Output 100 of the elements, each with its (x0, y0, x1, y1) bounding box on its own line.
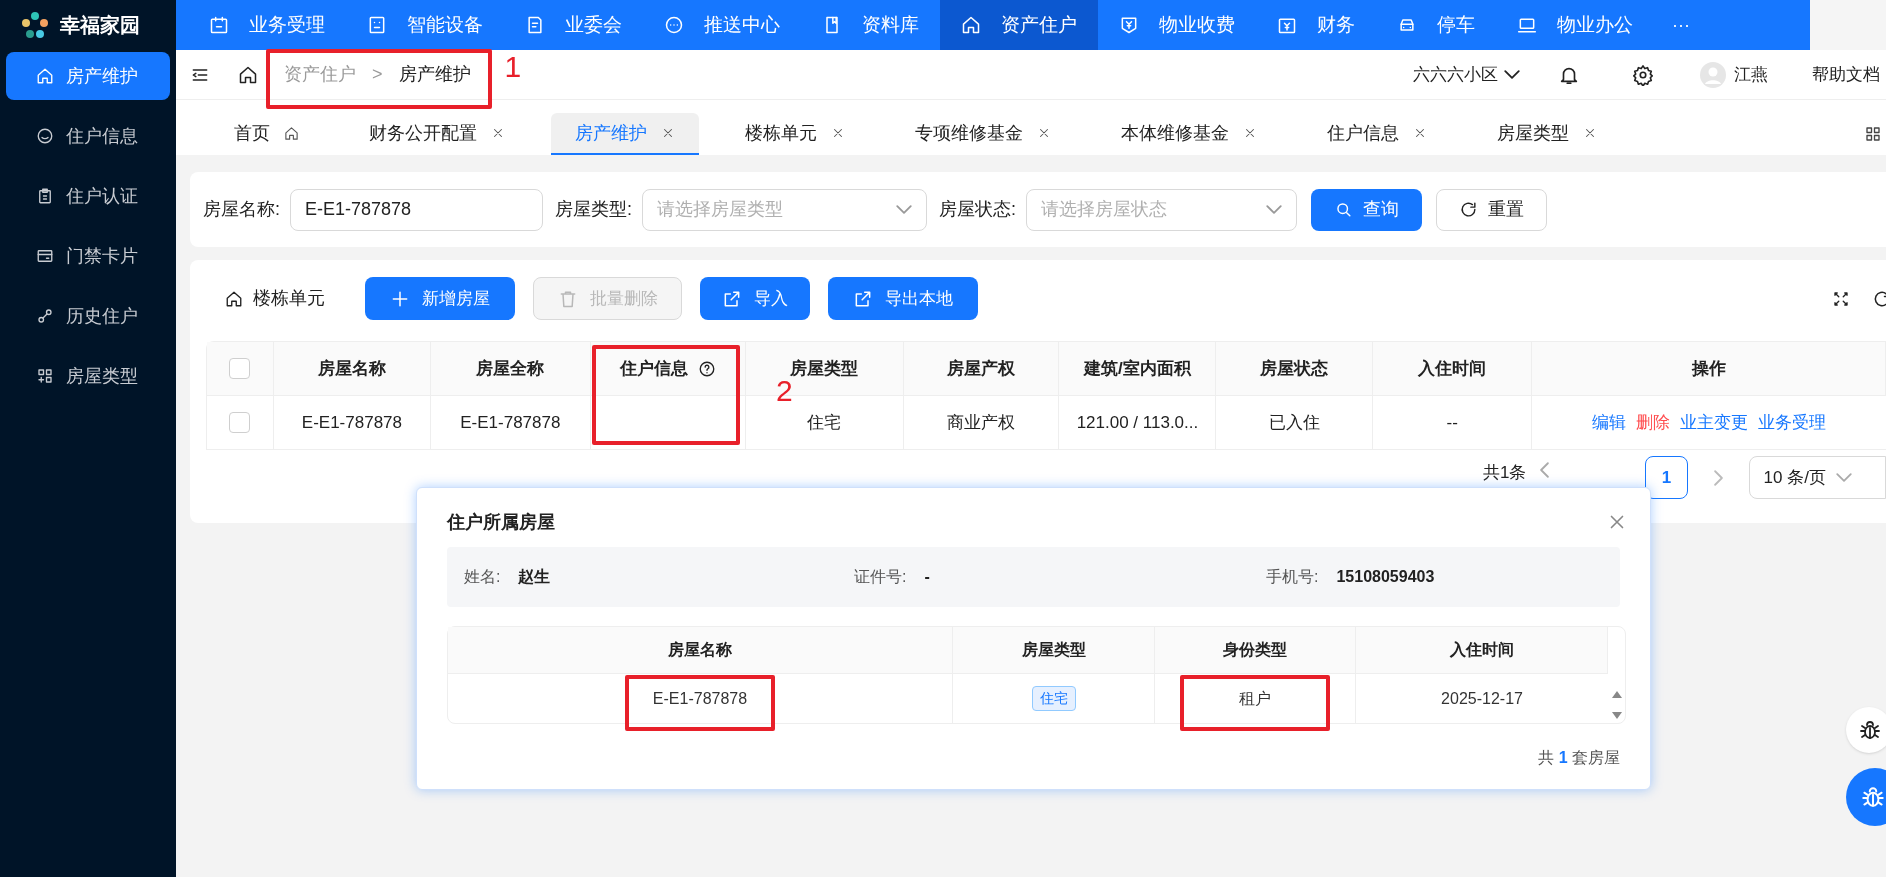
home-icon (238, 64, 258, 85)
close-icon (661, 126, 675, 140)
scroll-down-icon[interactable] (1611, 712, 1622, 719)
sidebar-item[interactable]: 房产维护 (6, 52, 170, 100)
table-cell-text: E-E1-787878 (652, 688, 748, 709)
close-tab-button[interactable] (1413, 126, 1427, 140)
toolbar-button[interactable]: 导出本地 (828, 277, 978, 320)
help-docs-link[interactable]: 帮助文档 (1812, 61, 1880, 88)
close-tab-button[interactable] (1243, 126, 1257, 140)
close-icon (831, 126, 845, 140)
home-icon (36, 67, 54, 85)
select-field[interactable]: 请选择房屋类型 (642, 188, 928, 231)
page-tab[interactable]: 专项维修基金 (891, 113, 1075, 155)
document-icon (525, 15, 545, 35)
toolbar-button[interactable]: 新增房屋 (365, 277, 515, 320)
chevron-left-icon (1540, 462, 1550, 478)
card-icon (36, 247, 54, 265)
close-tab-button[interactable] (831, 126, 845, 140)
breadcrumb-separator: > (372, 63, 383, 86)
tab-menu-button[interactable] (1864, 125, 1882, 143)
reload-icon (1459, 200, 1479, 219)
home-icon (225, 289, 243, 308)
page-tab[interactable]: 房屋类型 (1473, 113, 1621, 155)
sidebar-item[interactable]: 门禁卡片 (6, 232, 170, 280)
table-cell-text: -- (1446, 411, 1458, 434)
apps-icon (1864, 125, 1882, 143)
page-tab[interactable]: 本体维修基金 (1097, 113, 1281, 155)
settings-icon (1632, 63, 1654, 86)
checkbox[interactable] (229, 358, 251, 379)
page-tab[interactable]: 房产维护 (551, 113, 699, 155)
column-header: 房屋类型 (1021, 640, 1086, 660)
calendar-icon (209, 15, 229, 35)
top-nav-item[interactable]: 物业办公 (1496, 0, 1654, 50)
top-nav-item[interactable]: 资产住户 (940, 0, 1098, 50)
settings-button[interactable] (1632, 63, 1654, 86)
smile-icon (36, 127, 54, 145)
page-tab[interactable]: 住户信息 (1303, 113, 1451, 155)
search-button[interactable]: 查询 (1311, 188, 1423, 231)
close-tab-button[interactable] (1037, 126, 1051, 140)
select-field[interactable]: 请选择房屋状态 (1026, 188, 1298, 231)
filter-label: 房屋状态: (939, 198, 1017, 221)
table-cell-text: 住宅 (807, 411, 842, 434)
column-header: 建筑/室内面积 (1084, 357, 1191, 380)
home-icon (961, 15, 981, 35)
filter-label: 房屋名称: (203, 198, 280, 221)
face-screen-icon (367, 15, 387, 35)
close-icon (1583, 126, 1597, 140)
table-cell-text: 租户 (1239, 688, 1271, 709)
grid-icon (36, 367, 54, 385)
house-name-field[interactable]: E-E1-787878 (290, 188, 543, 231)
expand-icon (1832, 289, 1850, 308)
column-header: 房屋名称 (317, 357, 386, 380)
top-nav-item[interactable]: 业务受理 (188, 0, 346, 50)
house-type-tag: 住宅 (1031, 686, 1076, 711)
scroll-up-icon[interactable] (1611, 691, 1622, 698)
action-link[interactable]: 删除 (1636, 409, 1671, 436)
badge-icon (36, 187, 54, 205)
sidebar-item[interactable]: 住户信息 (6, 112, 170, 160)
breadcrumb-item[interactable]: 资产住户 (284, 61, 356, 88)
top-nav-item[interactable]: 资料库 (801, 0, 940, 50)
close-icon (1037, 126, 1051, 140)
info-value: - (924, 567, 930, 587)
top-nav-item[interactable]: 推送中心 (643, 0, 801, 50)
chevron-down-icon (1504, 70, 1520, 79)
debug-button[interactable] (1846, 707, 1886, 753)
page-tab[interactable]: 楼栋单元 (721, 113, 869, 155)
more-nav-button[interactable]: ··· (1654, 0, 1708, 50)
column-header: 身份类型 (1223, 640, 1287, 660)
sidebar-item[interactable]: 住户认证 (6, 172, 170, 220)
page-size-select[interactable]: 10 条/页 (1748, 456, 1886, 499)
sidebar-item[interactable]: 历史住户 (6, 292, 170, 340)
user-menu[interactable]: 江燕 (1700, 61, 1768, 88)
info-label: 姓名: (464, 567, 501, 587)
community-select[interactable]: 六六六小区 (1413, 61, 1520, 88)
home-button[interactable] (238, 64, 258, 85)
page-tab[interactable]: 财务公开配置 (345, 113, 529, 155)
top-nav-item[interactable]: 智能设备 (346, 0, 504, 50)
action-link[interactable]: 业主变更 (1680, 409, 1749, 436)
action-link[interactable]: 编辑 (1592, 409, 1627, 436)
action-link[interactable]: 业务受理 (1758, 409, 1827, 436)
top-nav-item[interactable]: 财务 (1256, 0, 1376, 50)
close-tab-button[interactable] (661, 126, 675, 140)
table-cell-text: 121.00 / 113.0... (1076, 411, 1199, 434)
top-nav-item[interactable]: 物业收费 (1098, 0, 1256, 50)
fullscreen-button[interactable] (1832, 289, 1850, 308)
column-header: 房屋产权 (947, 357, 1016, 380)
laptop-icon (1517, 15, 1537, 35)
page-tab[interactable]: 首页 (210, 113, 323, 155)
top-nav-item[interactable]: 业委会 (504, 0, 643, 50)
close-tab-button[interactable] (1583, 126, 1597, 140)
reset-button[interactable]: 重置 (1436, 188, 1548, 231)
toolbar-button[interactable]: 导入 (700, 277, 810, 320)
sidebar-item[interactable]: 房屋类型 (6, 352, 170, 400)
column-header: 住户信息 (619, 355, 716, 382)
close-tab-button[interactable] (491, 126, 505, 140)
chevron-down-icon (1266, 205, 1283, 214)
table-cell-text: E-E1-787878 (460, 411, 561, 434)
info-value: 赵生 (518, 567, 551, 587)
top-nav-item[interactable]: 停车 (1376, 0, 1496, 50)
checkbox[interactable] (229, 412, 251, 433)
